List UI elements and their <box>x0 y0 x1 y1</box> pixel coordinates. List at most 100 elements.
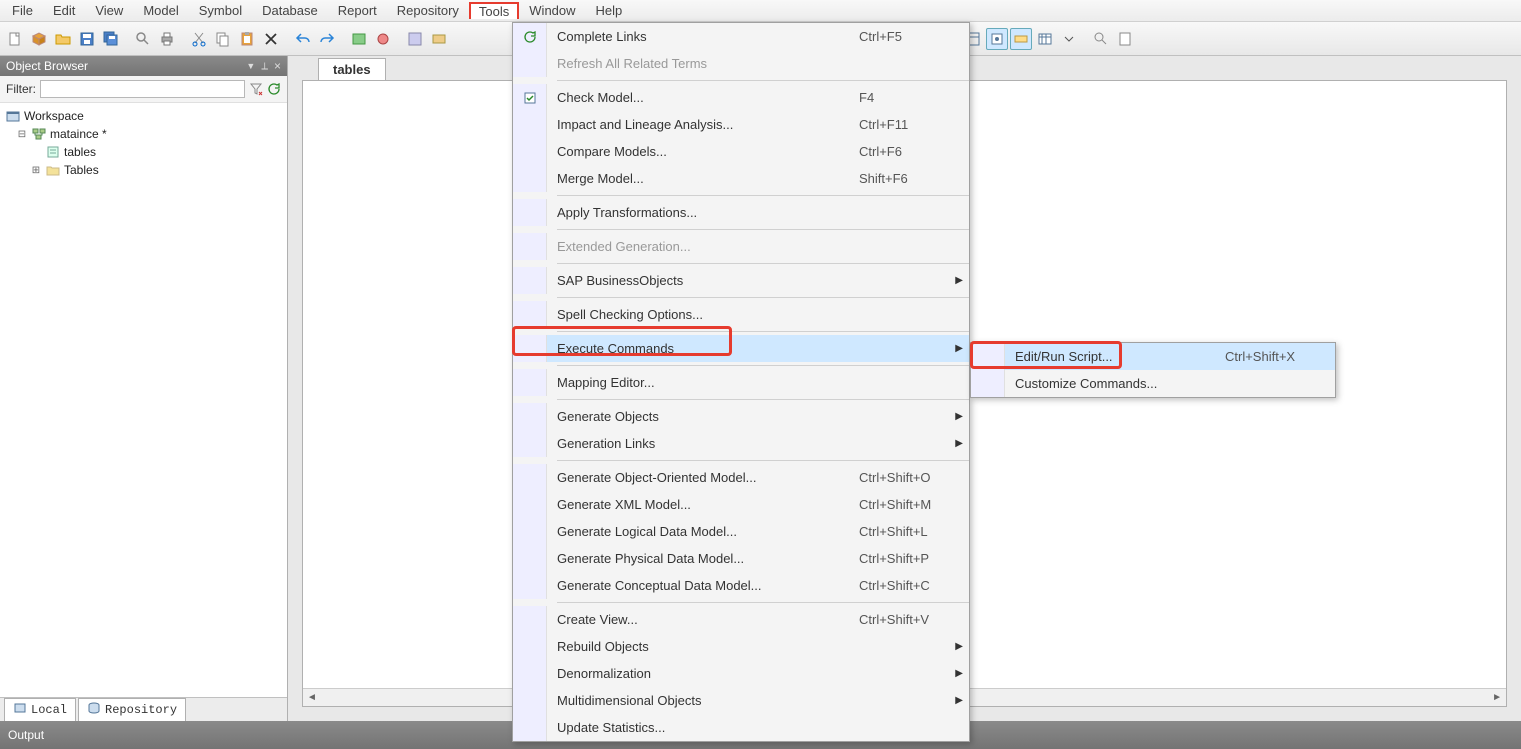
view6-icon[interactable] <box>1034 28 1056 50</box>
submenu-arrow-icon: ▶ <box>955 275 963 286</box>
expand-icon[interactable]: ⊞ <box>30 165 42 176</box>
menu-item-label: Create View... <box>557 612 829 627</box>
menu-item[interactable]: Check Model...F4 <box>513 84 969 111</box>
tab-local[interactable]: Local <box>4 698 76 721</box>
open-icon[interactable] <box>52 28 74 50</box>
menu-item[interactable]: Generate Logical Data Model...Ctrl+Shift… <box>513 518 969 545</box>
delete-icon[interactable] <box>260 28 282 50</box>
menu-item-label: Rebuild Objects <box>557 639 829 654</box>
menu-item[interactable]: Generation Links▶ <box>513 430 969 457</box>
print-icon[interactable] <box>156 28 178 50</box>
menu-file[interactable]: File <box>2 1 43 20</box>
menu-item-label: Generation Links <box>557 436 829 451</box>
dropdown-icon[interactable]: ▼ <box>246 61 255 71</box>
tool6-icon[interactable] <box>1114 28 1136 50</box>
menu-report[interactable]: Report <box>328 1 387 20</box>
menu-item[interactable]: Generate Objects▶ <box>513 403 969 430</box>
menu-symbol[interactable]: Symbol <box>189 1 252 20</box>
tab-repository[interactable]: Repository <box>78 698 186 721</box>
menu-help[interactable]: Help <box>586 1 633 20</box>
tree-folder[interactable]: ⊞ Tables <box>2 161 285 179</box>
collapse-icon[interactable]: ⊟ <box>16 129 28 140</box>
menu-item-shortcut: Shift+F6 <box>859 171 955 186</box>
search-icon[interactable] <box>132 28 154 50</box>
menu-item[interactable]: Merge Model...Shift+F6 <box>513 165 969 192</box>
menu-item[interactable]: Multidimensional Objects▶ <box>513 687 969 714</box>
blank-icon <box>513 633 547 660</box>
scroll-right-icon[interactable]: ► <box>1492 692 1502 703</box>
menu-item-shortcut: Ctrl+Shift+P <box>859 551 955 566</box>
cut-icon[interactable] <box>188 28 210 50</box>
paste-icon[interactable] <box>236 28 258 50</box>
menu-item-shortcut: Ctrl+Shift+X <box>1225 349 1321 364</box>
doc-tab-tables[interactable]: tables <box>318 58 386 80</box>
tool1-icon[interactable] <box>348 28 370 50</box>
tool5-icon[interactable] <box>1090 28 1112 50</box>
tool3-icon[interactable] <box>404 28 426 50</box>
object-tree[interactable]: Workspace ⊟ mataince * tables ⊞ Tables <box>0 103 287 697</box>
menu-item[interactable]: Spell Checking Options... <box>513 301 969 328</box>
menu-item[interactable]: Generate XML Model...Ctrl+Shift+M <box>513 491 969 518</box>
new-icon[interactable] <box>4 28 26 50</box>
separator <box>557 365 969 366</box>
view5-icon[interactable] <box>1010 28 1032 50</box>
tool2-icon[interactable] <box>372 28 394 50</box>
view4-icon[interactable] <box>986 28 1008 50</box>
menu-item[interactable]: Generate Object-Oriented Model...Ctrl+Sh… <box>513 464 969 491</box>
filter-input[interactable] <box>40 80 245 98</box>
submenu-arrow-icon: ▶ <box>955 641 963 652</box>
menu-item[interactable]: Generate Physical Data Model...Ctrl+Shif… <box>513 545 969 572</box>
separator <box>557 602 969 603</box>
menu-item-label: Impact and Lineage Analysis... <box>557 117 829 132</box>
menu-item[interactable]: Denormalization▶ <box>513 660 969 687</box>
pin-icon[interactable]: ⟂ <box>261 61 268 72</box>
dropdown-icon[interactable] <box>1058 28 1080 50</box>
menu-item: Refresh All Related Terms <box>513 50 969 77</box>
refresh-icon[interactable] <box>267 82 281 96</box>
menu-item[interactable]: Impact and Lineage Analysis...Ctrl+F11 <box>513 111 969 138</box>
menu-item-label: Generate Objects <box>557 409 829 424</box>
box-icon[interactable] <box>28 28 50 50</box>
copy-icon[interactable] <box>212 28 234 50</box>
saveall-icon[interactable] <box>100 28 122 50</box>
clear-filter-icon[interactable] <box>249 82 263 96</box>
tree-diagram[interactable]: tables <box>2 143 285 161</box>
menu-tools[interactable]: Tools <box>469 2 519 19</box>
menu-item[interactable]: Mapping Editor... <box>513 369 969 396</box>
menu-repository[interactable]: Repository <box>387 1 469 20</box>
undo-icon[interactable] <box>292 28 314 50</box>
menu-item-label: Update Statistics... <box>557 720 829 735</box>
scroll-left-icon[interactable]: ◄ <box>307 692 317 703</box>
menu-item[interactable]: Apply Transformations... <box>513 199 969 226</box>
menu-item[interactable]: Update Statistics... <box>513 714 969 741</box>
menu-item-label: Edit/Run Script... <box>1015 349 1195 364</box>
blank-icon <box>513 50 547 77</box>
tool4-icon[interactable] <box>428 28 450 50</box>
menu-item-label: Generate Object-Oriented Model... <box>557 470 829 485</box>
menu-item-label: Generate Logical Data Model... <box>557 524 829 539</box>
menu-item[interactable]: Complete LinksCtrl+F5 <box>513 23 969 50</box>
menu-item[interactable]: Edit/Run Script... Ctrl+Shift+X <box>971 343 1335 370</box>
menu-database[interactable]: Database <box>252 1 328 20</box>
menu-model[interactable]: Model <box>133 1 188 20</box>
folder-icon <box>45 162 61 178</box>
redo-icon[interactable] <box>316 28 338 50</box>
menu-item[interactable]: SAP BusinessObjects▶ <box>513 267 969 294</box>
menu-item[interactable]: Create View...Ctrl+Shift+V <box>513 606 969 633</box>
menu-edit[interactable]: Edit <box>43 1 85 20</box>
menu-item[interactable]: Execute Commands▶ <box>513 335 969 362</box>
menu-item[interactable]: Customize Commands... <box>971 370 1335 397</box>
menu-view[interactable]: View <box>85 1 133 20</box>
blank-icon <box>513 138 547 165</box>
tree-workspace[interactable]: Workspace <box>2 107 285 125</box>
submenu-arrow-icon: ▶ <box>955 668 963 679</box>
menu-item-label: Multidimensional Objects <box>557 693 829 708</box>
tree-model[interactable]: ⊟ mataince * <box>2 125 285 143</box>
menu-item[interactable]: Compare Models...Ctrl+F6 <box>513 138 969 165</box>
separator <box>557 263 969 264</box>
close-icon[interactable]: × <box>274 59 281 73</box>
save-icon[interactable] <box>76 28 98 50</box>
menu-item[interactable]: Generate Conceptual Data Model...Ctrl+Sh… <box>513 572 969 599</box>
menu-item[interactable]: Rebuild Objects ▶ <box>513 633 969 660</box>
menu-window[interactable]: Window <box>519 1 585 20</box>
